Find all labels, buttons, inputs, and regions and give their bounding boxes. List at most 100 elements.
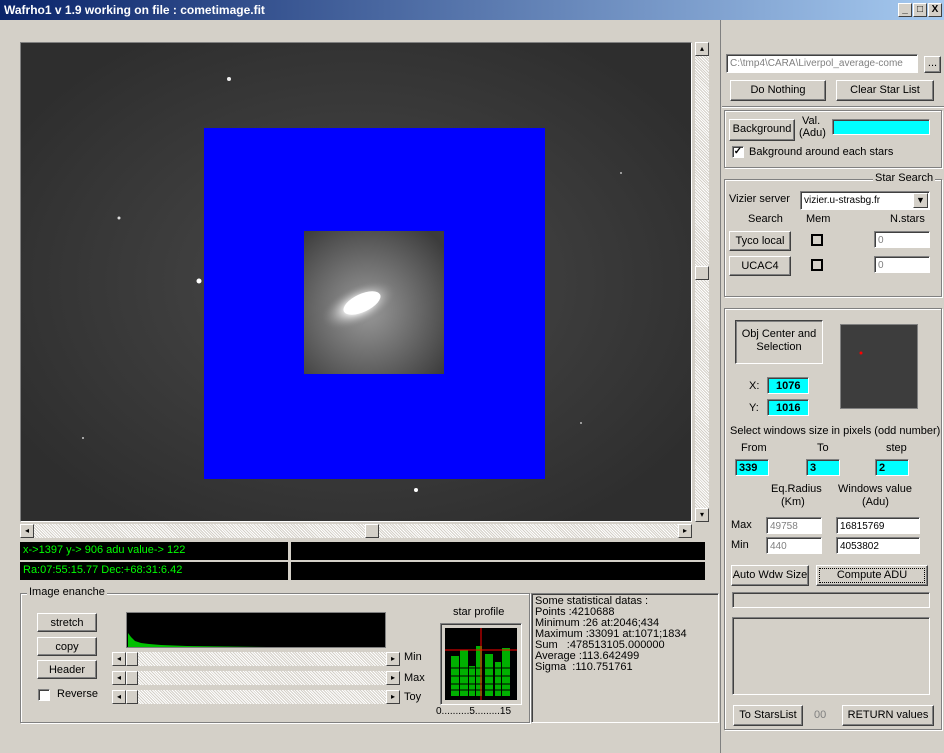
vscroll-thumb[interactable] — [695, 266, 709, 280]
slider-min[interactable]: ◂ ▸ — [112, 652, 400, 666]
tyco-mem-checkbox[interactable] — [811, 234, 823, 246]
vizier-server-label: Vizier server — [729, 193, 790, 205]
coordinate-readout-extra — [291, 562, 705, 580]
eq-radius-label: Eq.Radius — [771, 483, 822, 495]
ucac4-nstars-field[interactable]: 0 — [874, 256, 930, 273]
histogram-plot — [128, 633, 267, 647]
slider-max-track[interactable] — [126, 671, 386, 685]
star-profile-canvas — [445, 628, 517, 700]
min-value-field[interactable]: 4053802 — [836, 537, 920, 554]
header-button[interactable]: Header — [37, 660, 97, 679]
max-radius-field[interactable]: 49758 — [766, 517, 822, 534]
y-coordinate-field[interactable]: 1016 — [767, 399, 809, 416]
tyco-local-button[interactable]: Tyco local — [729, 231, 791, 251]
val-label: Val. — [802, 115, 821, 127]
windows-value-unit: (Adu) — [862, 496, 889, 508]
compute-adu-button[interactable]: Compute ADU — [816, 565, 928, 586]
slider-toy-right-icon[interactable]: ▸ — [386, 690, 400, 704]
star-profile-plot — [440, 623, 522, 705]
file-path-field[interactable]: C:\tmp4\CARA\Liverpol_average-come — [726, 54, 918, 73]
eq-radius-unit: (Km) — [781, 496, 805, 508]
vizier-server-dropdown[interactable]: vizier.u-strasbg.fr ▼ — [800, 191, 930, 210]
hscroll-track[interactable] — [34, 524, 678, 538]
clear-star-list-button[interactable]: Clear Star List — [836, 80, 934, 101]
slider-max[interactable]: ◂ ▸ — [112, 671, 400, 685]
slider-min-track[interactable] — [126, 652, 386, 666]
slider-toy-thumb[interactable] — [126, 690, 138, 704]
min-label: Min — [731, 539, 749, 551]
slider-min-left-icon[interactable]: ◂ — [112, 652, 126, 666]
window-title: Wafrho1 v 1.9 working on file : cometima… — [4, 3, 265, 17]
minimize-button[interactable]: _ — [898, 3, 912, 17]
slider-toy-label: Toy — [404, 691, 422, 703]
from-label: From — [741, 442, 767, 454]
mem-column-label: Mem — [806, 213, 831, 225]
pixel-readout-extra — [291, 542, 705, 560]
maximize-button[interactable]: □ — [913, 3, 927, 17]
min-radius-field[interactable]: 440 — [766, 537, 822, 554]
vscroll-down-arrow-icon[interactable]: ▾ — [695, 508, 709, 522]
copy-button[interactable]: copy — [37, 637, 97, 656]
slider-toy[interactable]: ◂ ▸ — [112, 690, 400, 704]
vscroll-up-arrow-icon[interactable]: ▴ — [695, 42, 709, 56]
to-stars-list-button[interactable]: To StarsList — [733, 705, 803, 726]
background-button[interactable]: Background — [729, 119, 795, 141]
pixel-readout: x->1397 y-> 906 adu value-> 122 — [20, 542, 288, 560]
ucac4-mem-checkbox[interactable] — [811, 259, 823, 271]
search-column-label: Search — [748, 213, 783, 225]
slider-min-right-icon[interactable]: ▸ — [386, 652, 400, 666]
max-value-field[interactable]: 16815769 — [836, 517, 920, 534]
image-viewport[interactable] — [20, 42, 692, 522]
slider-max-thumb[interactable] — [126, 671, 138, 685]
tyco-nstars-field[interactable]: 0 — [874, 231, 930, 248]
slider-min-thumb[interactable] — [126, 652, 138, 666]
x-label: X: — [749, 380, 760, 392]
step-field[interactable]: 2 — [875, 459, 909, 476]
y-label: Y: — [749, 402, 759, 414]
image-enhance-title: Image enanche — [27, 586, 107, 598]
output-box — [732, 617, 930, 695]
thumbnail-image — [841, 325, 917, 408]
ucac4-button[interactable]: UCAC4 — [729, 256, 791, 276]
obj-center-selection-button[interactable]: Obj Center and Selection — [735, 320, 823, 364]
astronomy-image — [21, 43, 691, 521]
image-horizontal-scrollbar[interactable]: ◂ ▸ — [20, 524, 692, 538]
stretch-button[interactable]: stretch — [37, 613, 97, 632]
windows-value-label: Windows value — [838, 483, 912, 495]
step-label: step — [886, 442, 907, 454]
statistics-panel: Some statistical datas : Points :4210688… — [531, 593, 719, 723]
x-coordinate-field[interactable]: 1076 — [767, 377, 809, 394]
hscroll-thumb[interactable] — [365, 524, 379, 538]
image-vertical-scrollbar[interactable]: ▴ ▾ — [695, 42, 709, 522]
vizier-server-value: vizier.u-strasbg.fr — [804, 195, 881, 206]
slider-max-left-icon[interactable]: ◂ — [112, 671, 126, 685]
star-profile-axis: 0..........5.........15 — [436, 706, 512, 717]
reverse-checkbox[interactable] — [38, 689, 50, 701]
chevron-down-icon[interactable]: ▼ — [913, 193, 928, 208]
hscroll-left-arrow-icon[interactable]: ◂ — [20, 524, 34, 538]
obj-center-line2: Selection — [756, 341, 802, 353]
right-panel-divider — [720, 20, 721, 753]
star-search-title: Star Search — [873, 172, 936, 184]
nstars-column-label: N.stars — [890, 213, 925, 225]
background-value-field[interactable] — [832, 119, 930, 135]
from-field[interactable]: 339 — [735, 459, 769, 476]
background-each-star-label: Bakground around each stars — [749, 146, 894, 158]
browse-button[interactable]: ... — [924, 56, 941, 73]
return-values-button[interactable]: RETURN values — [842, 705, 934, 726]
slider-max-right-icon[interactable]: ▸ — [386, 671, 400, 685]
slider-toy-track[interactable] — [126, 690, 386, 704]
obj-center-line1: Obj Center and — [741, 328, 817, 340]
vscroll-track[interactable] — [695, 56, 709, 508]
reverse-label: Reverse — [57, 688, 98, 700]
hscroll-right-arrow-icon[interactable]: ▸ — [678, 524, 692, 538]
star-profile-graph — [445, 628, 517, 700]
title-bar: Wafrho1 v 1.9 working on file : cometima… — [0, 0, 944, 20]
slider-toy-left-icon[interactable]: ◂ — [112, 690, 126, 704]
do-nothing-button[interactable]: Do Nothing — [730, 80, 826, 101]
auto-wdw-size-button[interactable]: Auto Wdw Size — [731, 565, 809, 586]
to-field[interactable]: 3 — [806, 459, 840, 476]
close-button[interactable]: X — [928, 3, 942, 17]
object-thumbnail — [840, 324, 918, 409]
background-each-star-checkbox[interactable]: ✓ — [732, 146, 744, 158]
